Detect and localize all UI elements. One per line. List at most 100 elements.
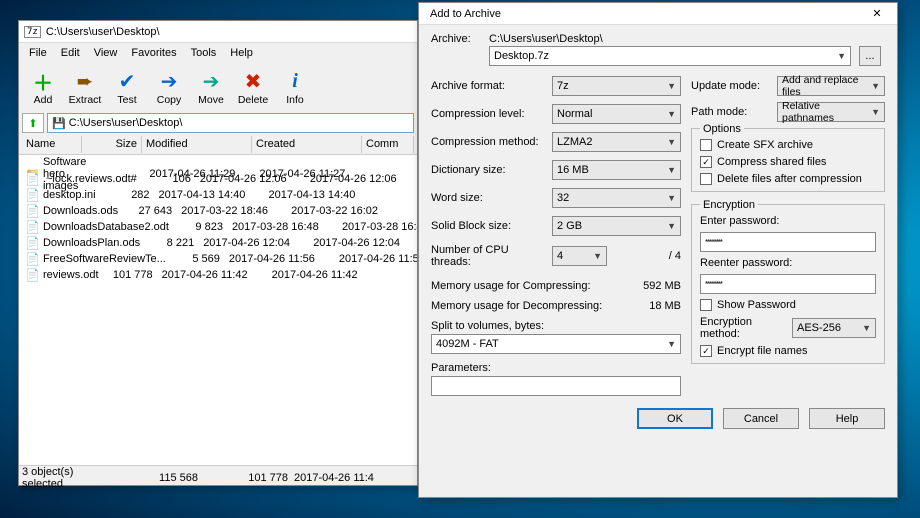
param-input[interactable]: [431, 376, 681, 396]
status-size2: 101 778: [204, 472, 294, 484]
chevron-down-icon: ▼: [837, 51, 846, 61]
checkbox-icon: [700, 299, 712, 311]
dict-label: Dictionary size:: [431, 164, 546, 176]
dialog-titlebar: Add to Archive ✕: [419, 3, 897, 25]
threads-select[interactable]: 4▼: [552, 246, 607, 266]
path-input[interactable]: 💾 C:\Users\user\Desktop\: [47, 113, 414, 133]
col-comment[interactable]: Comm: [362, 136, 414, 153]
tool-delete[interactable]: ✖Delete: [232, 68, 274, 106]
txt-icon: [25, 172, 40, 186]
ods-icon: [25, 236, 40, 250]
menu-file[interactable]: File: [22, 45, 54, 61]
file-row[interactable]: desktop.ini2822017-04-13 14:402017-04-13…: [19, 187, 417, 203]
mem-d-label: Memory usage for Decompressing:: [431, 300, 643, 312]
file-size: 282: [96, 189, 156, 201]
archive-file-select[interactable]: Desktop.7z▼: [489, 46, 851, 66]
password2-label: Reenter password:: [700, 257, 876, 269]
tool-info[interactable]: iInfo: [274, 68, 316, 106]
file-row[interactable]: Downloads.ods27 6432017-03-22 18:462017-…: [19, 203, 417, 219]
tool-extract[interactable]: ➨Extract: [64, 68, 106, 106]
up-button[interactable]: ⬆: [22, 113, 44, 133]
dict-select[interactable]: 16 MB▼: [552, 160, 681, 180]
file-header: Name Size Modified Created Comm: [19, 135, 417, 155]
pathmode-select[interactable]: Relative pathnames▼: [777, 102, 885, 122]
file-name: DownloadsPlan.ods: [43, 237, 140, 249]
sfx-checkbox[interactable]: Create SFX archive: [700, 139, 876, 151]
menu-help[interactable]: Help: [223, 45, 260, 61]
encryption-legend: Encryption: [700, 199, 758, 211]
app-icon: 7z: [24, 26, 41, 38]
file-created: 2017-04-26 12:04: [310, 237, 417, 249]
encryption-fieldset: Encryption Enter password: ******** Reen…: [691, 204, 885, 364]
browse-button[interactable]: ...: [859, 46, 881, 66]
menu-edit[interactable]: Edit: [54, 45, 87, 61]
file-row[interactable]: .~lock.reviews.odt#1062017-04-26 12:0620…: [19, 171, 417, 187]
txt-icon: [25, 188, 40, 202]
threads-of: / 4: [613, 250, 681, 262]
file-row[interactable]: reviews.odt101 7782017-04-26 11:422017-0…: [19, 267, 417, 283]
shared-checkbox[interactable]: ✓Compress shared files: [700, 156, 876, 168]
file-name: reviews.odt: [43, 269, 99, 281]
file-row[interactable]: FreeSoftwareReviewTe...5 5692017-04-26 1…: [19, 251, 417, 267]
format-select[interactable]: 7z▼: [552, 76, 681, 96]
file-name: desktop.ini: [43, 189, 96, 201]
mem-d-value: 18 MB: [649, 300, 681, 312]
password-label: Enter password:: [700, 215, 876, 227]
col-modified[interactable]: Modified: [142, 136, 252, 153]
odt-icon: [25, 220, 40, 234]
tool-copy[interactable]: ➔Copy: [148, 68, 190, 106]
enc-method-select[interactable]: AES-256▼: [792, 318, 876, 338]
block-select[interactable]: 2 GB▼: [552, 216, 681, 236]
method-select[interactable]: LZMA2▼: [552, 132, 681, 152]
delete-after-checkbox[interactable]: Delete files after compression: [700, 173, 876, 185]
delete-icon: ✖: [245, 68, 262, 94]
ods-icon: [25, 204, 40, 218]
up-icon: ⬆: [28, 117, 37, 130]
menubar: File Edit View Favorites Tools Help: [19, 43, 417, 63]
dialog-title: Add to Archive: [424, 8, 857, 20]
status-selection: 3 object(s) selected: [22, 466, 114, 490]
file-row[interactable]: Software hero images2017-04-26 11:292017…: [19, 155, 417, 171]
encrypt-names-checkbox[interactable]: ✓Encrypt file names: [700, 345, 876, 357]
password-input[interactable]: ********: [700, 232, 876, 252]
file-name: .~lock.reviews.odt#: [43, 173, 137, 185]
update-label: Update mode:: [691, 80, 771, 92]
chevron-down-icon: ▼: [667, 109, 676, 119]
tool-move[interactable]: ➔Move: [190, 68, 232, 106]
file-row[interactable]: DownloadsDatabase2.odt9 8232017-03-28 16…: [19, 219, 417, 235]
tool-test[interactable]: ✔Test: [106, 68, 148, 106]
help-button[interactable]: Help: [809, 408, 885, 429]
checkbox-icon: ✓: [700, 345, 712, 357]
show-password-checkbox[interactable]: Show Password: [700, 299, 876, 311]
add-icon: ＋: [33, 68, 53, 94]
file-created: 2017-03-22 16:02: [288, 205, 398, 217]
col-size[interactable]: Size: [82, 136, 142, 153]
file-modified: 2017-03-28 16:48: [229, 221, 339, 233]
tool-add[interactable]: ＋Add: [22, 68, 64, 106]
close-button[interactable]: ✕: [862, 7, 892, 20]
options-fieldset: Options Create SFX archive ✓Compress sha…: [691, 128, 885, 192]
ok-button[interactable]: OK: [637, 408, 713, 429]
col-created[interactable]: Created: [252, 136, 362, 153]
file-list[interactable]: Software hero images2017-04-26 11:292017…: [19, 155, 417, 465]
col-name[interactable]: Name: [22, 136, 82, 153]
split-select[interactable]: 4092M - FAT▼: [431, 334, 681, 354]
level-select[interactable]: Normal▼: [552, 104, 681, 124]
file-size: 27 643: [118, 205, 178, 217]
main-titlebar: 7z C:\Users\user\Desktop\: [19, 21, 417, 43]
extract-icon: ➨: [77, 68, 94, 94]
update-select[interactable]: Add and replace files▼: [777, 76, 885, 96]
file-modified: 2017-04-13 14:40: [156, 189, 266, 201]
word-select[interactable]: 32▼: [552, 188, 681, 208]
menu-tools[interactable]: Tools: [184, 45, 224, 61]
chevron-down-icon: ▼: [667, 221, 676, 231]
close-icon: ✕: [872, 8, 881, 20]
options-legend: Options: [700, 123, 744, 135]
menu-favorites[interactable]: Favorites: [124, 45, 183, 61]
cancel-button[interactable]: Cancel: [723, 408, 799, 429]
status-bar: 3 object(s) selected 115 568 101 778 201…: [19, 465, 417, 485]
chevron-down-icon: ▼: [667, 137, 676, 147]
menu-view[interactable]: View: [87, 45, 125, 61]
password2-input[interactable]: ********: [700, 274, 876, 294]
file-row[interactable]: DownloadsPlan.ods8 2212017-04-26 12:0420…: [19, 235, 417, 251]
